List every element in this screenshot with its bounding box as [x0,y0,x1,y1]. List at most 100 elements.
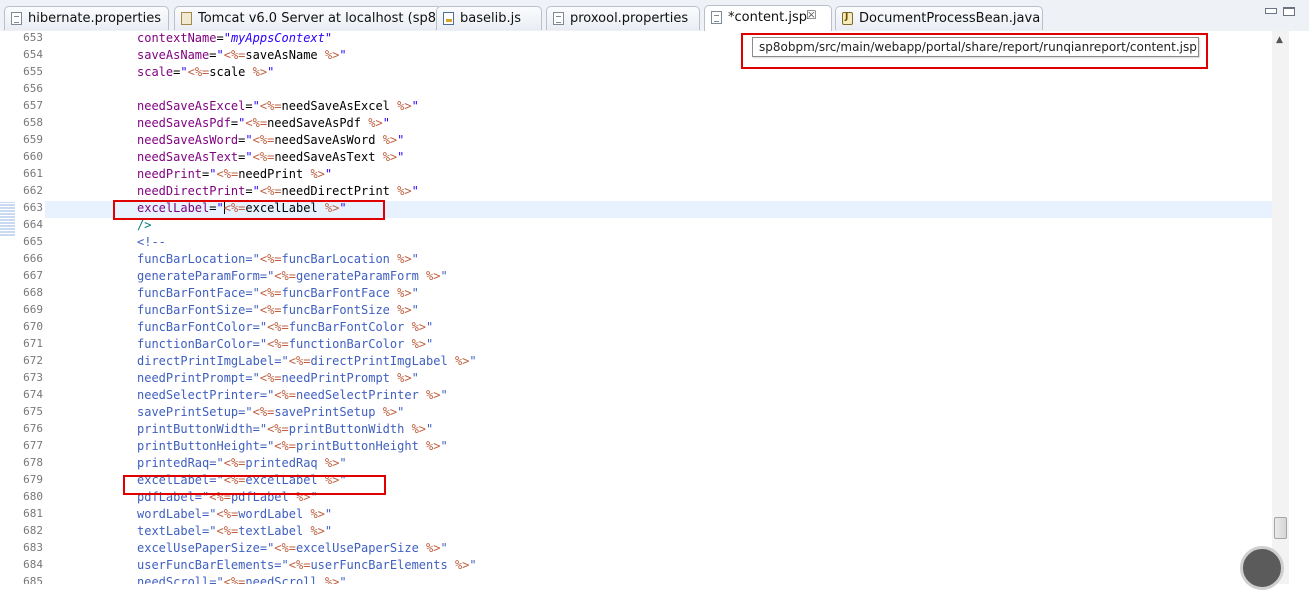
tab-documentprocessbean-java[interactable]: DocumentProcessBean.java [835,6,1043,30]
scroll-up-arrow-icon[interactable]: ▲ [1276,35,1283,45]
attribute-value: printButtonHeight [295,439,419,453]
attribute-value: needDirectPrint [281,184,390,198]
tab-tomcat-server[interactable]: Tomcat v6.0 Server at localhost (sp8) [174,6,442,30]
code-line: scale="<%=scale %>" [137,65,275,79]
attribute-name: printedRaq [137,456,210,470]
code-line: printButtonHeight="<%=printButtonHeight … [137,439,448,453]
line-number: 677 [23,439,43,452]
code-line: funcBarFontColor="<%=funcBarFontColor %>… [137,320,434,334]
attribute-name: printButtonHeight [137,439,260,453]
attribute-name: textLabel [137,524,203,538]
properties-file-icon [11,12,22,25]
code-line: needSaveAsExcel="<%=needSaveAsExcel %>" [137,99,419,113]
code-line: wordLabel="<%=wordLabel %>" [137,507,333,521]
highlight-box-tooltip [741,33,1208,69]
quick-diff-change-marker [0,202,15,236]
properties-file-icon [553,12,564,25]
code-line: needPrint="<%=needPrint %>" [137,167,333,181]
attribute-name: needDirectPrint [137,184,246,198]
tab-hibernate-properties[interactable]: hibernate.properties [4,6,169,30]
tab-content-jsp[interactable]: *content.jsp ☒ [704,5,832,31]
attribute-value: funcBarFontColor [288,320,405,334]
attribute-value: funcBarLocation [281,252,390,266]
attribute-name: needSaveAsPdf [137,116,231,130]
editor-tab-bar: hibernate.properties Tomcat v6.0 Server … [0,0,1309,32]
tab-baselib-js[interactable]: baselib.js [436,6,542,30]
code-line: funcBarLocation="<%=funcBarLocation %>" [137,252,419,266]
js-file-icon [443,12,454,25]
attribute-value: savePrintSetup [274,405,376,419]
tab-proxool-properties[interactable]: proxool.properties [546,6,700,30]
line-number: 663 [23,201,43,214]
attribute-name: saveAsName [137,48,210,62]
code-line: printedRaq="<%=printedRaq %>" [137,456,347,470]
line-number: 666 [23,252,43,265]
line-number: 680 [23,490,43,503]
attribute-value: wordLabel [238,507,304,521]
code-line: saveAsName="<%=saveAsName %>" [137,48,347,62]
code-line: needSelectPrinter="<%=needSelectPrinter … [137,388,448,402]
code-line: needDirectPrint="<%=needDirectPrint %>" [137,184,419,198]
attribute-name: excelUsePaperSize [137,541,260,555]
line-number: 658 [23,116,43,129]
code-line: needSaveAsText="<%=needSaveAsText %>" [137,150,405,164]
close-tab-icon[interactable]: ☒ [806,8,817,22]
attribute-value: functionBarColor [288,337,405,351]
line-number: 668 [23,286,43,299]
maximize-icon[interactable] [1283,7,1295,16]
attribute-value: needSaveAsExcel [281,99,390,113]
line-number: 670 [23,320,43,333]
attribute-name: needSaveAsText [137,150,239,164]
attribute-name: printButtonWidth [137,422,253,436]
vertical-scrollbar[interactable] [1272,31,1289,584]
attribute-value: excelUsePaperSize [295,541,419,555]
attribute-value: needScroll [245,575,318,584]
code-line: needSaveAsWord="<%=needSaveAsWord %>" [137,133,405,147]
minimize-icon[interactable] [1265,8,1277,14]
attribute-name: contextName [137,31,217,45]
jsp-file-icon [711,11,722,24]
quick-diff-gutter [0,31,15,584]
attribute-name: needSaveAsWord [137,133,239,147]
line-number-ruler: 653 654 655 656 657 658 659 660 661 662 663 664 665 6… [17,31,43,584]
tab-label: baselib.js [460,11,521,26]
scrollbar-thumb[interactable] [1274,517,1287,539]
line-number: 660 [23,150,43,163]
code-text-area[interactable]: contextName="myAppsContext" saveAsName="<… [137,31,477,584]
attribute-value: myAppsContext [230,31,325,45]
code-editor[interactable]: 653 654 655 656 657 658 659 660 661 662 663 664 665 6… [0,31,1309,584]
attribute-value: needSaveAsWord [274,133,376,147]
attribute-name: funcBarFontSize [137,303,246,317]
line-number: 656 [23,82,43,95]
attribute-value: textLabel [238,524,304,538]
line-number: 684 [23,558,43,571]
code-line: printButtonWidth="<%=printButtonWidth %>… [137,422,434,436]
line-number: 675 [23,405,43,418]
line-number: 657 [23,99,43,112]
attribute-value: needSaveAsPdf [267,116,361,130]
attribute-name: savePrintSetup [137,405,239,419]
line-number: 667 [23,269,43,282]
attribute-name: wordLabel [137,507,203,521]
line-number: 671 [23,337,43,350]
line-number: 674 [23,388,43,401]
attribute-name: needPrintPrompt [137,371,246,385]
attribute-name: generateParamForm [137,269,260,283]
code-line: needSaveAsPdf="<%=needSaveAsPdf %>" [137,116,390,130]
tab-label: Tomcat v6.0 Server at localhost (sp8) [198,11,442,26]
line-number: 669 [23,303,43,316]
attribute-value: generateParamForm [295,269,419,283]
line-number: 679 [23,473,43,486]
attribute-name: needPrint [137,167,203,181]
attribute-name: functionBarColor [137,337,253,351]
code-tag: /> [137,218,152,232]
line-number: 673 [23,371,43,384]
code-line: savePrintSetup="<%=savePrintSetup %>" [137,405,405,419]
code-line: functionBarColor="<%=functionBarColor %>… [137,337,434,351]
attribute-value: needPrint [238,167,304,181]
line-number: 685 [23,575,43,584]
attribute-value: scale [209,65,246,79]
attribute-name: needSaveAsExcel [137,99,246,113]
attribute-value: needSaveAsText [274,150,376,164]
